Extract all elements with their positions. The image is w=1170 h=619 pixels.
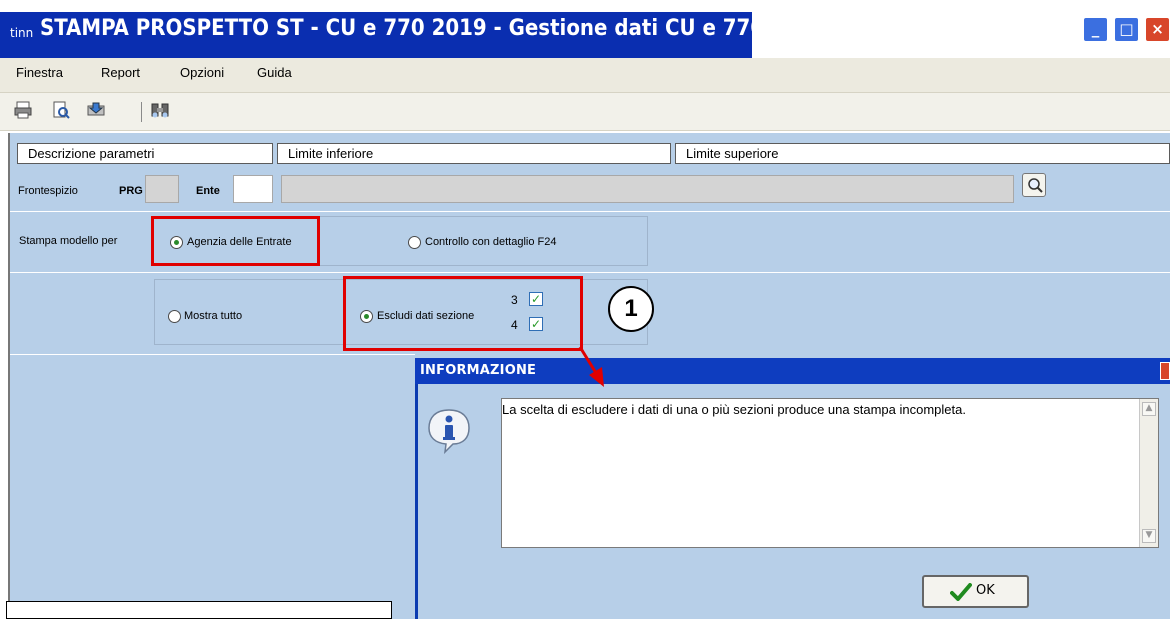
ente-label: Ente [196, 185, 220, 197]
dialog-message: La scelta di escludere i dati di una o p… [502, 402, 966, 417]
dialog-title: INFORMAZIONE [420, 363, 537, 378]
maximize-button[interactable]: □ [1114, 17, 1139, 42]
header-limite-superiore: Limite superiore [675, 143, 1170, 164]
radio-controllo-f24[interactable] [408, 236, 421, 249]
menu-report[interactable]: Report [101, 65, 140, 80]
scroll-down-icon[interactable]: ▼ [1142, 529, 1156, 543]
sezione-3-label: 3 [511, 293, 518, 307]
magnifier-icon [1028, 178, 1043, 193]
message-box [501, 398, 1159, 548]
ente-field[interactable] [233, 175, 273, 203]
info-icon [428, 409, 470, 454]
search-binoculars-icon[interactable] [149, 100, 171, 122]
minimize-button[interactable]: _ [1083, 17, 1108, 42]
maximize-icon: □ [1119, 20, 1134, 38]
close-icon: × [1151, 20, 1164, 38]
radio-controllo-label: Controllo con dettaglio F24 [425, 236, 557, 248]
print-preview-icon[interactable] [50, 100, 72, 122]
menu-opzioni[interactable]: Opzioni [180, 65, 224, 80]
radio-agenzia-label: Agenzia delle Entrate [187, 236, 292, 248]
title-bar: tinn STAMPA PROSPETTO ST - CU e 770 2019… [0, 0, 1170, 58]
toolbar [0, 92, 1170, 131]
stampa-modello-label: Stampa modello per [19, 235, 118, 247]
radio-escludi-sezione[interactable] [360, 310, 373, 323]
minimize-icon: _ [1091, 20, 1100, 38]
sezione-4-label: 4 [511, 318, 518, 332]
menu-guida[interactable]: Guida [257, 65, 292, 80]
prg-label: PRG [119, 185, 143, 197]
status-field [6, 601, 392, 619]
annotation-arrow [578, 346, 604, 387]
message-scrollbar[interactable]: ▲ ▼ [1139, 399, 1158, 547]
header-descrizione: Descrizione parametri [17, 143, 273, 164]
ente-description-field [281, 175, 1014, 203]
sezione-3-checkbox[interactable]: ✓ [529, 292, 543, 306]
menu-bar [0, 58, 1170, 92]
row-divider [10, 211, 1170, 212]
callout-number: 1 [608, 286, 654, 332]
lookup-button[interactable] [1022, 173, 1046, 197]
radio-mostra-tutto-label: Mostra tutto [184, 310, 243, 322]
sezione-4-checkbox[interactable]: ✓ [529, 317, 543, 331]
frontespizio-label: Frontespizio [18, 185, 78, 197]
menu-finestra[interactable]: Finestra [16, 65, 63, 80]
ok-button[interactable]: OK [922, 575, 1029, 608]
printer-icon[interactable] [12, 100, 34, 122]
row-divider [10, 354, 415, 355]
app-logo: tinn [10, 26, 34, 40]
prg-field[interactable] [145, 175, 179, 203]
scroll-up-icon[interactable]: ▲ [1142, 402, 1156, 416]
radio-agenzia-entrate[interactable] [170, 236, 183, 249]
radio-mostra-tutto[interactable] [168, 310, 181, 323]
row-divider [10, 272, 1170, 273]
header-limite-inferiore: Limite inferiore [277, 143, 671, 164]
close-button[interactable]: × [1145, 17, 1170, 42]
checkmark-icon [950, 583, 972, 601]
toolbar-separator [141, 102, 142, 122]
window-title: STAMPA PROSPETTO ST - CU e 770 2019 - Ge… [40, 16, 765, 41]
export-icon[interactable] [85, 100, 107, 122]
dialog-close-button[interactable] [1160, 362, 1170, 380]
radio-escludi-label: Escludi dati sezione [377, 310, 475, 322]
ok-label: OK [976, 583, 995, 598]
